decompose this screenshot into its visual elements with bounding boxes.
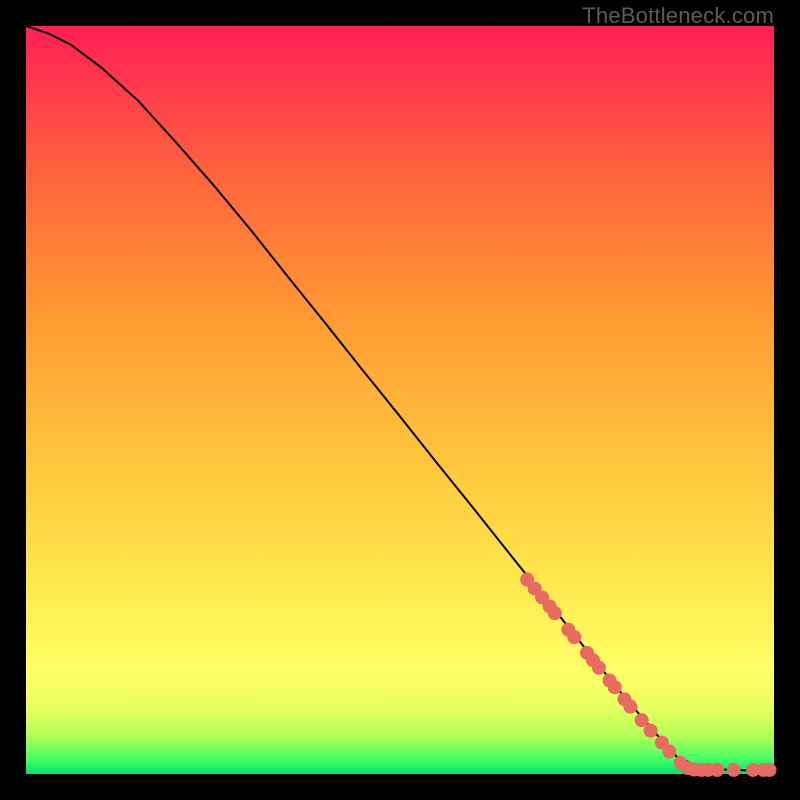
curve-marker [623,700,637,714]
chart-overlay [26,26,774,774]
curve-marker [567,630,581,644]
curve-marker [763,763,777,777]
curve-line [26,26,774,770]
curve-marker [662,745,676,759]
curve-markers [520,573,776,777]
chart-frame: TheBottleneck.com [0,0,800,800]
curve-marker [710,763,724,777]
curve-marker [644,724,658,738]
curve-marker [727,763,741,777]
curve-marker [548,606,562,620]
curve-marker [608,680,622,694]
curve-marker [592,661,606,675]
